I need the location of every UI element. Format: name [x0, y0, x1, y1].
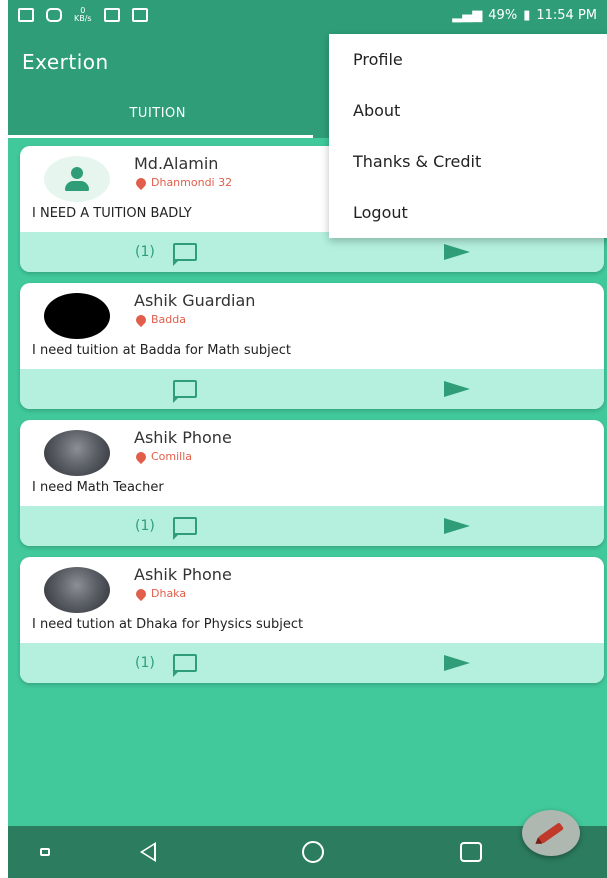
post-location: Comilla: [133, 449, 193, 464]
comment-icon: [173, 380, 197, 403]
facebook-icon: [18, 8, 34, 22]
poster-name: Ashik Phone: [134, 428, 232, 447]
send-icon: [444, 655, 470, 671]
avatar[interactable]: [44, 430, 110, 476]
post-card[interactable]: Ashik Phone Dhaka I need tution at Dhaka…: [20, 557, 604, 683]
send-icon: [444, 381, 470, 397]
menu-item-logout[interactable]: Logout: [329, 187, 607, 238]
poster-name: Ashik Guardian: [134, 291, 256, 310]
activity-icon: [131, 8, 148, 22]
signal-icon: ▂▄▆: [452, 7, 483, 23]
location-pin-icon: [133, 312, 149, 327]
post-location: Dhanmondi 32: [133, 175, 233, 190]
send-button[interactable]: [440, 240, 474, 264]
network-speed-unit: KB/s: [74, 14, 92, 23]
location-pin-icon: [133, 586, 149, 601]
comment-count: (1): [135, 655, 155, 671]
avatar[interactable]: [44, 293, 110, 339]
comment-icon: [173, 517, 197, 540]
comment-icon: [173, 243, 197, 266]
send-icon: [444, 518, 470, 534]
location-pin-icon: [133, 175, 149, 190]
comment-button[interactable]: [171, 240, 199, 266]
post-text: I NEED A TUITION BADLY: [32, 206, 192, 221]
comment-button[interactable]: [171, 514, 199, 540]
tab-indicator: [8, 135, 313, 138]
send-button[interactable]: [440, 651, 474, 675]
location-text: Dhanmondi 32: [151, 176, 233, 189]
poster-name: Ashik Phone: [134, 565, 232, 584]
post-text: I need tuition at Badda for Math subject: [32, 343, 292, 358]
comment-count: (1): [135, 244, 155, 260]
back-icon-inner: [143, 845, 154, 859]
battery-level: 49%: [488, 7, 518, 23]
send-button[interactable]: [440, 514, 474, 538]
comment-button[interactable]: [171, 377, 199, 403]
overflow-menu: Profile About Thanks & Credit Logout: [329, 34, 607, 238]
pencil-icon: [538, 822, 564, 844]
post-actions: [20, 369, 604, 409]
home-icon[interactable]: [302, 841, 324, 863]
menu-item-about[interactable]: About: [329, 85, 607, 136]
clock: 11:54 PM: [536, 7, 597, 23]
instagram-icon: [46, 8, 62, 22]
compose-fab[interactable]: [522, 810, 580, 856]
person-icon: [63, 165, 91, 193]
comment-icon: [173, 654, 197, 677]
tab-tuition[interactable]: TUITION: [8, 90, 308, 138]
post-actions: (1): [20, 643, 604, 683]
menu-item-thanks-credit[interactable]: Thanks & Credit: [329, 136, 607, 187]
post-card[interactable]: Ashik Phone Comilla I need Math Teacher …: [20, 420, 604, 546]
comment-button[interactable]: [171, 651, 199, 677]
poster-name: Md.Alamin: [134, 154, 219, 173]
menu-item-profile[interactable]: Profile: [329, 34, 607, 85]
system-nav-bar: [8, 826, 607, 878]
post-actions: (1): [20, 232, 604, 272]
app-title: Exertion: [22, 50, 109, 74]
post-location: Dhaka: [133, 586, 187, 601]
system-status: ▂▄▆ 49% ▮ 11:54 PM: [452, 8, 597, 23]
status-bar: 0 KB/s ▂▄▆ 49% ▮ 11:54 PM: [8, 0, 607, 30]
post-text: I need tution at Dhaka for Physics subje…: [32, 617, 304, 632]
post-card[interactable]: Ashik Guardian Badda I need tuition at B…: [20, 283, 604, 409]
overview-icon[interactable]: [460, 842, 482, 862]
location-text: Dhaka: [151, 587, 187, 600]
location-text: Badda: [151, 313, 186, 326]
post-text: I need Math Teacher: [32, 480, 164, 495]
post-location: Badda: [133, 312, 186, 327]
phone-screen: 0 KB/s ▂▄▆ 49% ▮ 11:54 PM Exertion TUITI…: [8, 0, 607, 878]
send-button[interactable]: [440, 377, 474, 401]
network-speed-icon: 0 KB/s: [74, 7, 92, 23]
recent-apps-icon[interactable]: [40, 848, 50, 856]
notification-icons: 0 KB/s: [18, 7, 148, 23]
gallery-icon: [103, 8, 120, 22]
post-actions: (1): [20, 506, 604, 546]
battery-icon: ▮: [523, 7, 531, 23]
location-pin-icon: [133, 449, 149, 464]
send-icon: [444, 244, 470, 260]
comment-count: (1): [135, 518, 155, 534]
location-text: Comilla: [151, 450, 193, 463]
avatar[interactable]: [44, 567, 110, 613]
avatar[interactable]: [44, 156, 110, 202]
